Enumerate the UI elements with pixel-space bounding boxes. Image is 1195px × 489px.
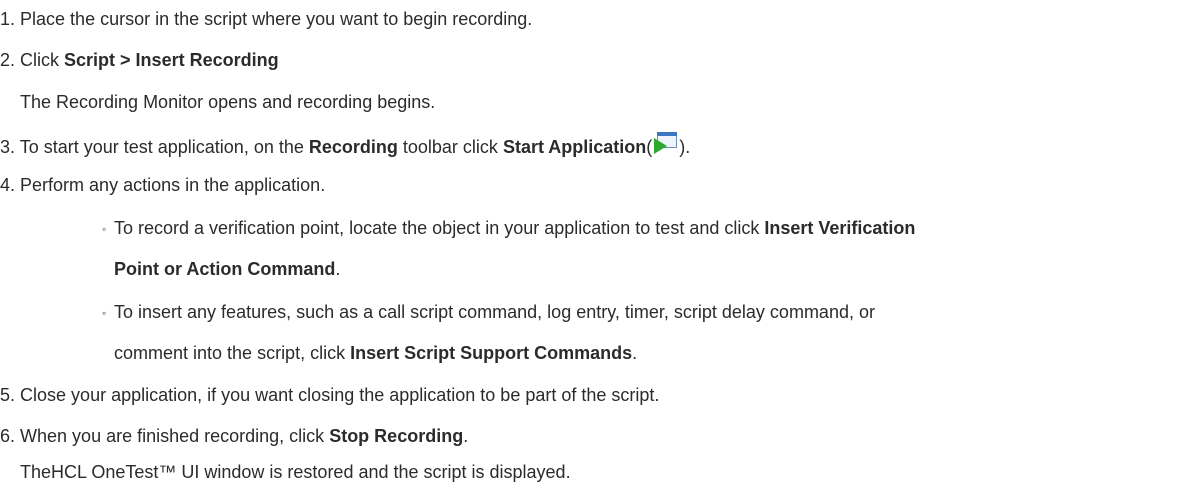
bullet-item-verification: ◦ To record a verification point, locate …: [102, 217, 915, 240]
step-3-number: 3.: [0, 137, 16, 157]
step-6-note: TheHCL OneTest™ UI window is restored an…: [20, 462, 571, 482]
step-5-number: 5.: [0, 385, 16, 405]
step-1-number: 1.: [0, 9, 16, 29]
recording-toolbar-label: Recording: [308, 137, 398, 157]
step-2: 2. Click Script > Insert Recording: [0, 49, 279, 71]
step-2-note: The Recording Monitor opens and recordin…: [20, 92, 436, 112]
bullet-1-continuation: Point or Action Command.: [114, 258, 340, 280]
start-application-icon: [654, 132, 679, 156]
bullet-1-text: To record a verification point, locate t…: [114, 218, 765, 238]
step-3-open-paren: (: [646, 137, 653, 157]
step-2-number: 2.: [0, 50, 16, 70]
start-application-label: Start Application: [502, 137, 647, 157]
step-4: 4. Perform any actions in the applicatio…: [0, 174, 325, 196]
instructions-page: 1. Place the cursor in the script where …: [0, 0, 1195, 489]
bullet-2-period: .: [632, 343, 638, 363]
step-2-text: Click: [20, 50, 65, 70]
step-3-text: To start your test application, on the: [19, 137, 309, 157]
bullet-2-continuation: comment into the script, click Insert Sc…: [114, 342, 637, 364]
step-1-text: Place the cursor in the script where you…: [20, 9, 533, 29]
insert-verification-label-part2: Point or Action Command: [114, 259, 336, 279]
bullet-2-text-line1: To insert any features, such as a call s…: [114, 302, 875, 322]
insert-script-support-label: Insert Script Support Commands: [350, 343, 633, 363]
bullet-2-text: comment into the script, click: [114, 343, 351, 363]
step-6-period: .: [463, 426, 469, 446]
step-2-menu-path: Script > Insert Recording: [64, 50, 279, 70]
bullet-1-period: .: [335, 259, 341, 279]
step-1: 1. Place the cursor in the script where …: [0, 8, 532, 30]
bullet-marker: ◦: [102, 306, 107, 320]
step-3-close-paren: ).: [679, 137, 691, 157]
step-4-number: 4.: [0, 175, 16, 195]
bullet-marker: ◦: [102, 222, 107, 236]
insert-verification-label-part1: Insert Verification: [764, 218, 916, 238]
step-6-text: When you are finished recording, click: [20, 426, 330, 446]
step-6-number: 6.: [0, 426, 16, 446]
step-6: 6. When you are finished recording, clic…: [0, 425, 468, 447]
step-3: 3. To start your test application, on th…: [0, 132, 690, 158]
step-5: 5. Close your application, if you want c…: [0, 384, 659, 406]
step-3-text-mid: toolbar click: [397, 137, 503, 157]
step-5-text: Close your application, if you want clos…: [20, 385, 660, 405]
step-4-text: Perform any actions in the application.: [20, 175, 326, 195]
stop-recording-label: Stop Recording: [329, 426, 464, 446]
bullet-item-script-support: ◦ To insert any features, such as a call …: [102, 301, 875, 324]
